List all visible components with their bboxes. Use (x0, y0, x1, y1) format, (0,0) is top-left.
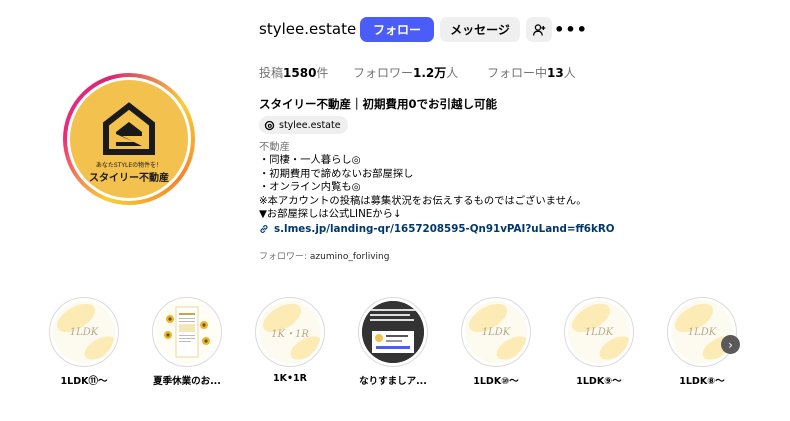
followers-label: フォロワー (353, 66, 414, 80)
suggest-users-button[interactable] (526, 17, 552, 42)
chevron-right-icon: › (728, 337, 733, 352)
bio-line: ・同棲・一人暮らし◎ (259, 154, 361, 167)
highlight-cover-text: 1LDK (584, 326, 614, 338)
profile-bio: 不動産 ・同棲・一人暮らし◎ ・初期費用で諦めないお部屋探し ・オンライン内覧も… (259, 141, 587, 221)
posts-label: 投稿 (259, 66, 284, 80)
profile-full-name: スタイリー不動産｜初期費用0でお引越し可能 (259, 97, 497, 111)
highlight-image: 1LDK (568, 301, 630, 363)
highlight-label: 1LDK⑨～ (576, 376, 622, 387)
threads-icon (264, 120, 275, 130)
highlight-cover: 1LDK (564, 297, 634, 367)
impersonation-notice-image (362, 301, 424, 363)
followers-unit: 人 (446, 66, 459, 80)
highlight-image: 1LDK (671, 301, 733, 363)
followers-value: 1.2万 (413, 66, 447, 80)
highlight-label: なりすましア... (359, 376, 427, 387)
highlight-cover-text: 1LDK (69, 326, 99, 338)
highlight-cover-text: 1K・1R (271, 328, 309, 340)
notice-poster-image (164, 306, 210, 358)
posts-unit: 件 (316, 66, 329, 80)
profile-username: stylee.estate (259, 20, 357, 38)
followers-count[interactable]: フォロワー1.2万人 (353, 64, 458, 81)
threads-handle: stylee.estate (279, 119, 341, 131)
bio-link[interactable]: s.lmes.jp/landing-qr/1657208595-Qn91vPAI… (259, 223, 615, 235)
highlight-item[interactable]: 1LDK 1LDK⑨～ (561, 297, 637, 387)
highlight-cover (358, 297, 428, 367)
more-options-button[interactable]: ••• (554, 17, 587, 42)
following-label: フォロー中 (487, 66, 548, 80)
more-icon: ••• (554, 20, 588, 39)
followed-by-name: azumino_forliving (309, 252, 390, 262)
highlight-cover-text: 1LDK (481, 326, 511, 338)
bio-line: ※本アカウントの投稿は募集状況をお伝えするものではございません。 (259, 194, 587, 207)
highlight-image (156, 301, 218, 363)
following-unit: 人 (563, 66, 576, 80)
highlight-item[interactable]: 夏季休業のお... (149, 297, 225, 387)
profile-category: 不動産 (259, 141, 290, 153)
following-count[interactable]: フォロー中13人 (487, 64, 576, 81)
profile-avatar[interactable]: あなたSTYLEの物件を！ スタイリー不動産 (63, 73, 195, 205)
followed-by-prefix: フォロワー: (259, 252, 310, 262)
highlight-cover-text: 1LDK (687, 326, 717, 338)
highlight-image: 1LDK (53, 301, 115, 363)
highlight-cover: 1LDK (49, 297, 119, 367)
highlight-image (362, 301, 424, 363)
highlight-cover: 1K・1R (255, 297, 325, 367)
add-user-icon (532, 23, 546, 36)
house-logo-icon (103, 102, 155, 155)
bio-line: ・オンライン内覧も◎ (259, 181, 361, 194)
highlight-label: 1K•1R (273, 373, 307, 384)
avatar-tagline: あなたSTYLEの物件を！ (95, 162, 163, 169)
followed-by[interactable]: フォロワー: azumino_forliving (259, 249, 389, 262)
bio-line: ▼お部屋探しは公式LINEから↓ (259, 208, 402, 221)
avatar-brand-text: スタイリー不動産 (89, 173, 169, 184)
link-icon (260, 225, 268, 233)
highlight-item[interactable]: 1K・1R 1K•1R (252, 297, 328, 384)
highlight-item[interactable]: 1LDK 1LDK⑪～ (46, 297, 122, 387)
highlight-label: 1LDK⑧～ (679, 376, 725, 387)
highlight-item[interactable]: 1LDK 1LDK⑩～ (458, 297, 534, 387)
highlight-image: 1LDK (465, 301, 527, 363)
message-button[interactable]: メッセージ (440, 17, 520, 42)
following-value: 13 (547, 66, 564, 80)
highlight-image: 1K・1R (259, 301, 321, 363)
highlight-cover: 1LDK (461, 297, 531, 367)
avatar-border: あなたSTYLEの物件を！ スタイリー不動産 (67, 77, 191, 201)
highlight-label: 1LDK⑩～ (473, 376, 519, 387)
highlight-cover (152, 297, 222, 367)
highlight-label: 夏季休業のお... (153, 376, 221, 387)
highlight-label: 1LDK⑪～ (60, 376, 108, 387)
follow-button[interactable]: フォロー (360, 17, 434, 42)
posts-count: 投稿1580件 (259, 64, 328, 81)
highlight-cover: 1LDK (667, 297, 737, 367)
bio-link-text: s.lmes.jp/landing-qr/1657208595-Qn91vPAI… (274, 223, 615, 235)
avatar-image: あなたSTYLEの物件を！ スタイリー不動産 (70, 80, 188, 198)
posts-value: 1580 (283, 66, 317, 80)
bio-line: ・初期費用で諦めないお部屋探し (259, 167, 414, 180)
threads-badge[interactable]: stylee.estate (259, 116, 348, 134)
highlight-item[interactable]: なりすましア... (355, 297, 431, 387)
highlights-next-button[interactable]: › (721, 335, 740, 354)
